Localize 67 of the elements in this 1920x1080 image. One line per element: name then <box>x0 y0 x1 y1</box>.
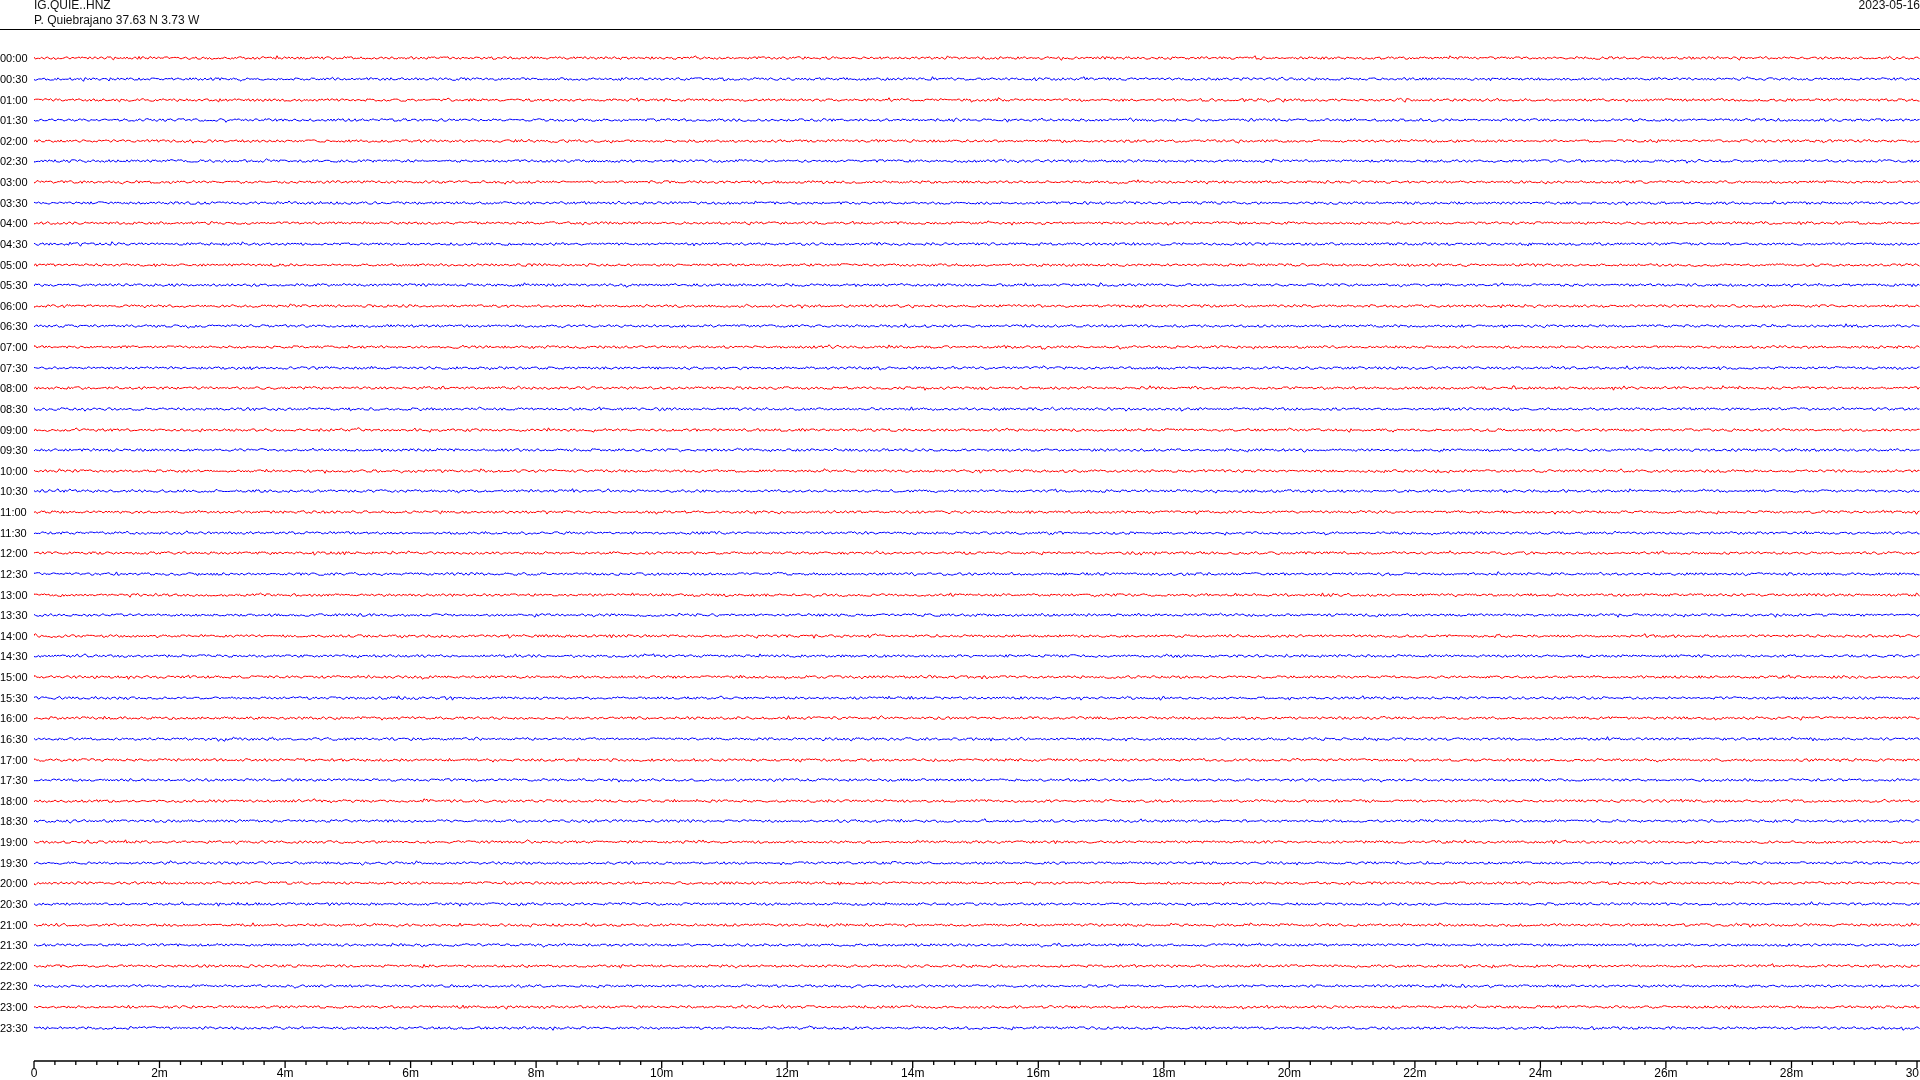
axis-tick-label: 26m <box>1654 1066 1678 1080</box>
axis-tick-label: 18m <box>1152 1066 1176 1080</box>
trace-time-label: 04:00 <box>0 217 29 230</box>
trace-time-label: 22:30 <box>0 980 29 993</box>
trace-time-label: 20:30 <box>0 897 29 910</box>
trace-time-label: 18:00 <box>0 794 29 807</box>
trace-time-label: 13:00 <box>0 588 29 601</box>
trace-time-label: 02:00 <box>0 134 29 147</box>
axis-tick-label: 30 <box>1905 1066 1919 1080</box>
trace-time-label: 18:30 <box>0 815 29 828</box>
trace-time-label: 21:00 <box>0 918 29 931</box>
trace-time-label: 14:30 <box>0 650 29 663</box>
trace-time-label: 03:30 <box>0 196 29 209</box>
trace-time-label: 10:00 <box>0 464 29 477</box>
trace-time-label: 05:00 <box>0 258 29 271</box>
trace-time-label: 02:30 <box>0 155 29 168</box>
trace-time-label: 20:00 <box>0 877 29 890</box>
trace-time-label: 22:00 <box>0 959 29 972</box>
station-info: P. Quiebrajano 37.63 N 3.73 W <box>34 13 200 28</box>
trace-time-label: 09:00 <box>0 423 29 436</box>
trace-time-label: 12:30 <box>0 567 29 580</box>
trace-time-label: 08:00 <box>0 382 29 395</box>
axis-tick-label: 20m <box>1277 1066 1301 1080</box>
axis-tick-label: 8m <box>527 1066 545 1080</box>
axis-tick-label: 0 <box>30 1066 38 1080</box>
trace-time-label: 08:30 <box>0 402 29 415</box>
trace-time-label: 05:30 <box>0 279 29 292</box>
axis-tick-label: 2m <box>151 1066 168 1080</box>
axis-tick-label: 24m <box>1528 1066 1553 1080</box>
axis-tick-label: 4m <box>276 1066 294 1080</box>
trace-time-label: 01:30 <box>0 114 29 127</box>
trace-time-label: 15:30 <box>0 691 29 704</box>
trace-time-label: 17:30 <box>0 774 29 787</box>
trace-time-label: 07:30 <box>0 361 29 374</box>
trace-time-label: 07:00 <box>0 341 29 354</box>
trace-time-label: 12:00 <box>0 547 29 560</box>
trace-time-label: 06:30 <box>0 320 29 333</box>
trace-time-label: 04:30 <box>0 237 29 250</box>
trace-time-label: 14:00 <box>0 629 29 642</box>
trace-time-label: 19:30 <box>0 856 29 869</box>
trace-time-label: 11:30 <box>0 526 28 539</box>
trace-time-label: 16:00 <box>0 712 29 725</box>
trace-time-label: 10:30 <box>0 485 29 498</box>
trace-time-label: 09:30 <box>0 444 29 457</box>
trace-time-label: 23:30 <box>0 1021 29 1034</box>
trace-time-label: 06:00 <box>0 299 29 312</box>
trace-time-label: 00:00 <box>0 52 29 65</box>
plot-date: 2023-05-16 <box>1858 0 1920 13</box>
axis-tick-label: 28m <box>1779 1066 1804 1080</box>
axis-tick-label: 10m <box>650 1066 674 1080</box>
axis-tick-label: 12m <box>775 1066 799 1080</box>
axis-tick-label: 16m <box>1026 1066 1050 1080</box>
trace-time-label: 03:00 <box>0 176 29 189</box>
trace-time-label: 19:00 <box>0 836 29 849</box>
trace-time-label: 17:00 <box>0 753 29 766</box>
axis-tick-label: 22m <box>1403 1066 1427 1080</box>
trace-time-label: 21:30 <box>0 939 29 952</box>
station-code: IG.QUIE..HNZ <box>34 0 112 13</box>
trace-time-label: 23:00 <box>0 1001 29 1014</box>
trace-time-label: 13:30 <box>0 609 29 622</box>
trace-time-label: 00:30 <box>0 72 29 85</box>
trace-time-label: 15:00 <box>0 671 29 684</box>
axis-tick-label: 14m <box>901 1066 925 1080</box>
trace-time-label: 01:00 <box>0 93 29 106</box>
axis-tick-label: 6m <box>402 1066 419 1080</box>
trace-time-label: 11:00 <box>0 506 28 519</box>
trace-time-label: 16:30 <box>0 732 29 745</box>
